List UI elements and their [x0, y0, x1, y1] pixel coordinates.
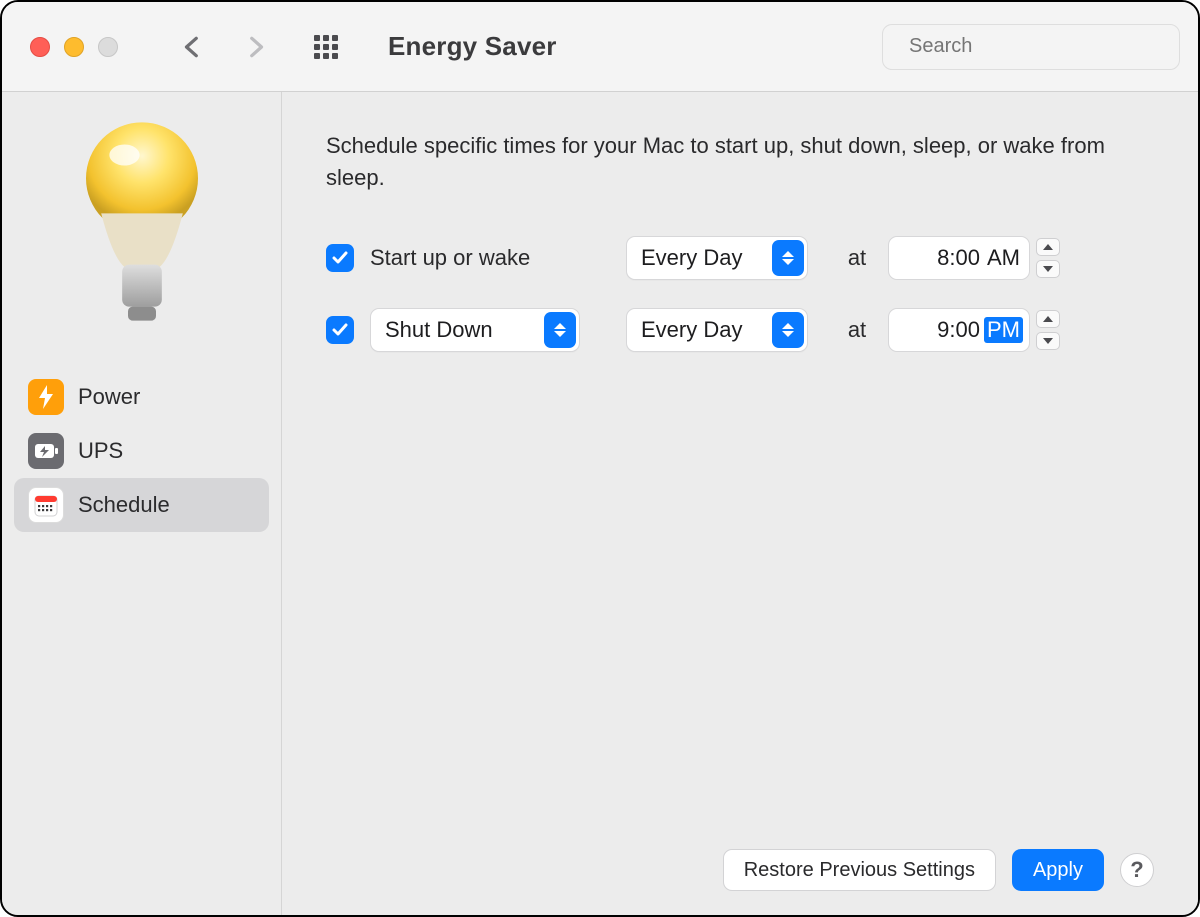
sidebar-item-ups[interactable]: UPS — [14, 424, 269, 478]
popup-arrows-icon — [772, 240, 804, 276]
zoom-window-button[interactable] — [98, 37, 118, 57]
time-value: 8:00 — [899, 245, 984, 271]
calendar-icon — [28, 487, 64, 523]
popup-arrows-icon — [772, 312, 804, 348]
checkmark-icon — [331, 321, 349, 339]
popup-value: Shut Down — [385, 317, 493, 343]
checkmark-icon — [331, 249, 349, 267]
nav-arrows — [180, 34, 268, 60]
battery-icon — [28, 433, 64, 469]
back-button[interactable] — [180, 34, 206, 60]
ampm-value: AM — [984, 245, 1023, 271]
shutdown-action-popup[interactable]: Shut Down — [370, 308, 580, 352]
popup-arrows-icon — [544, 312, 576, 348]
at-label: at — [826, 317, 888, 343]
minimize-window-button[interactable] — [64, 37, 84, 57]
system-preferences-window: Energy Saver — [0, 0, 1200, 917]
stepper-down-icon[interactable] — [1036, 260, 1060, 278]
stepper-up-icon[interactable] — [1036, 310, 1060, 328]
ampm-value: PM — [984, 317, 1023, 343]
startup-time-stepper[interactable] — [1036, 238, 1060, 278]
startup-time-field[interactable]: 8:00 AM — [888, 236, 1030, 280]
shutdown-time-stepper[interactable] — [1036, 310, 1060, 350]
titlebar: Energy Saver — [2, 2, 1198, 92]
window-title: Energy Saver — [388, 31, 557, 62]
shutdown-row: Shut Down Every Day at — [326, 308, 1154, 352]
sidebar: Power UPS — [2, 92, 282, 915]
footer: Restore Previous Settings Apply ? — [326, 829, 1154, 891]
restore-settings-button[interactable]: Restore Previous Settings — [723, 849, 996, 891]
window-controls — [30, 37, 118, 57]
intro-text: Schedule specific times for your Mac to … — [326, 130, 1154, 194]
close-window-button[interactable] — [30, 37, 50, 57]
stepper-up-icon[interactable] — [1036, 238, 1060, 256]
sidebar-item-label: UPS — [78, 438, 123, 464]
sidebar-item-schedule[interactable]: Schedule — [14, 478, 269, 532]
sidebar-item-label: Schedule — [78, 492, 170, 518]
startup-label: Start up or wake — [370, 245, 530, 271]
stepper-down-icon[interactable] — [1036, 332, 1060, 350]
time-value: 9:00 — [899, 317, 984, 343]
help-button[interactable]: ? — [1120, 853, 1154, 887]
shutdown-time-field[interactable]: 9:00 PM — [888, 308, 1030, 352]
popup-value: Every Day — [641, 245, 742, 271]
schedule-pane: Schedule specific times for your Mac to … — [282, 92, 1198, 915]
search-input[interactable] — [907, 34, 1176, 59]
apply-button[interactable]: Apply — [1012, 849, 1104, 891]
search-field[interactable] — [882, 24, 1180, 70]
sidebar-item-power[interactable]: Power — [14, 370, 269, 424]
shutdown-day-popup[interactable]: Every Day — [626, 308, 808, 352]
at-label: at — [826, 245, 888, 271]
show-all-prefs-button[interactable] — [314, 35, 338, 59]
popup-value: Every Day — [641, 317, 742, 343]
startup-checkbox[interactable] — [326, 244, 354, 272]
sidebar-item-label: Power — [78, 384, 140, 410]
forward-button[interactable] — [242, 34, 268, 60]
lightbulb-icon — [77, 120, 207, 330]
bolt-icon — [28, 379, 64, 415]
shutdown-checkbox[interactable] — [326, 316, 354, 344]
startup-day-popup[interactable]: Every Day — [626, 236, 808, 280]
startup-row: Start up or wake Every Day at 8:00 AM — [326, 236, 1154, 280]
energy-saver-icon — [14, 120, 269, 330]
